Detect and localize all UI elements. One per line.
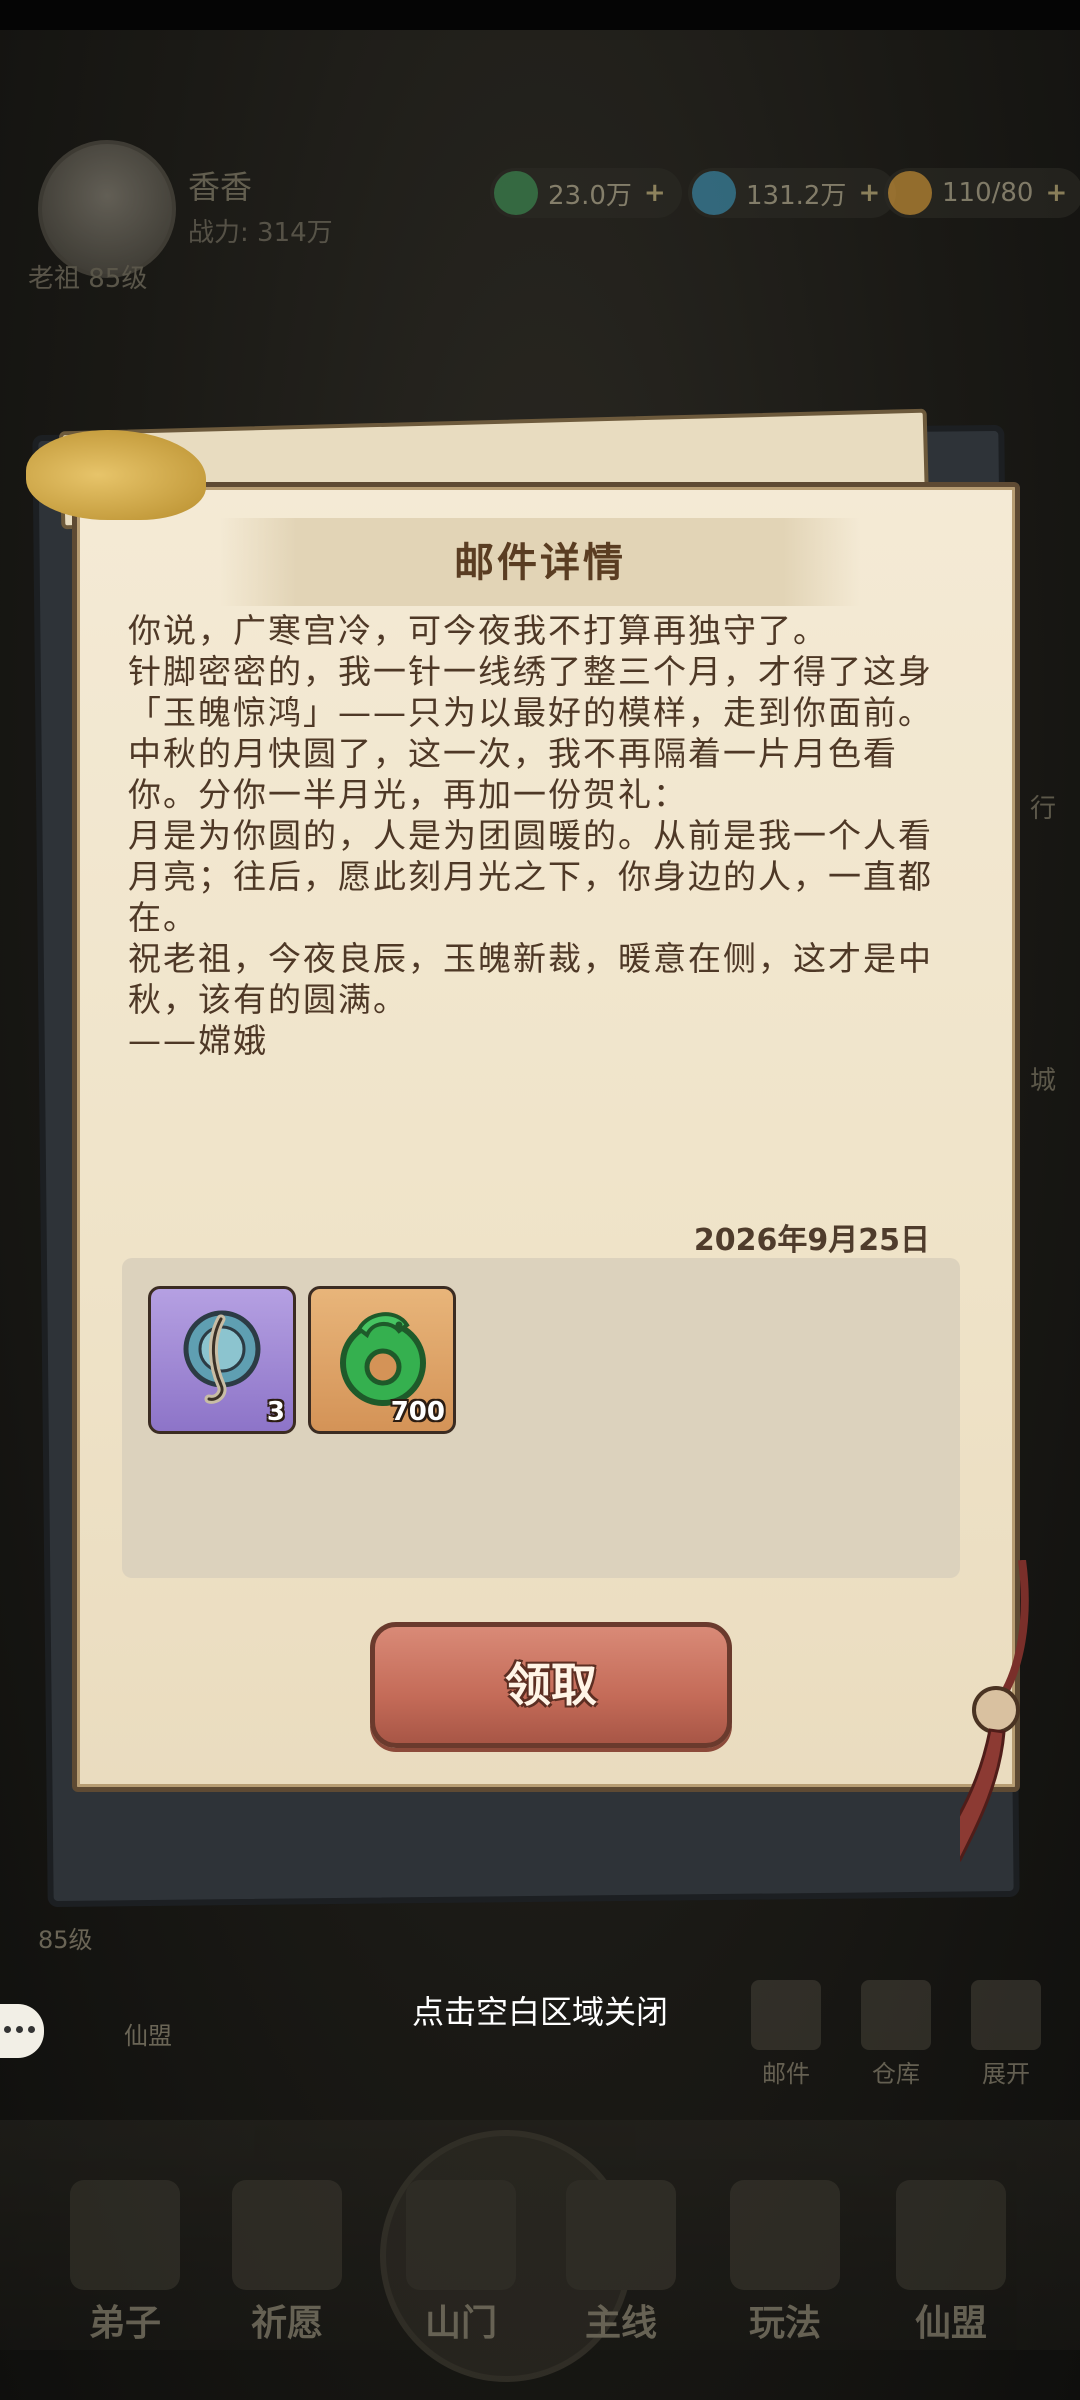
tool-label: 仓库 [872,2060,920,2088]
reward-panel: 3 700 [122,1258,960,1578]
nav-wish: 祈愿 [212,2180,362,2346]
side-label-right-2: 城 [1030,1066,1057,1096]
nav-gate: 山门 [386,2180,536,2346]
nav-label: 祈愿 [250,2303,323,2344]
letter-body: 你说，广寒宫冷，可今夜我不打算再独守了。 针脚密密的，我一针一线绣了整三个月，才… [128,610,958,1061]
mainline-icon [566,2180,676,2290]
letter-line: 祝老祖，今夜良辰，玉魄新裁，暖意在侧，这才是中秋，该有的圆满。 [128,939,933,1019]
item-count: 700 [390,1397,445,1427]
nav-mainline: 主线 [546,2180,696,2346]
nav-gameplay: 玩法 [710,2180,860,2346]
dialog-title: 邮件详情 [454,540,626,586]
nav-disciple: 弟子 [50,2180,200,2346]
tool-label: 邮件 [762,2060,810,2088]
reward-item-orb[interactable]: 3 [148,1286,296,1434]
item-count: 3 [266,1397,285,1427]
letter-line: 你说，广寒宫冷，可今夜我不打算再独守了。 [128,611,828,650]
bottom-nav: 弟子 祈愿 山门 主线 玩法 仙盟 [0,2120,1080,2382]
nav-label: 玩法 [748,2303,821,2344]
letter-line: 针脚密密的，我一针一线绣了整三个月，才得了这身「玉魄惊鸿」——只为以最好的模样，… [128,652,933,732]
mail-date: 2026年9月25日 [693,1223,930,1258]
nav-label: 弟子 [88,2303,161,2344]
wish-icon [232,2180,342,2290]
player-name: 香香 [188,168,253,206]
player-profile: 香香 战力: 314万 老祖 85级 [28,140,588,300]
plus-icon: + [858,178,881,208]
resource-value: 110/80 [942,178,1034,208]
resource-value: 131.2万 [746,180,847,211]
claim-button[interactable]: 领取 [370,1622,732,1748]
peach-icon [888,171,932,215]
jade-icon [692,171,736,215]
level-tag: 85级 [38,1926,93,1954]
tassel-ornament [960,1560,1029,1862]
disciple-icon [70,2180,180,2290]
resource-peach: 110/80 + [884,168,1080,218]
close-hint[interactable]: 点击空白区域关闭 [0,1987,1080,2033]
player-title-level: 老祖 85级 [28,264,148,294]
status-bar [0,0,1080,30]
side-label-right-1: 行 [1030,794,1057,824]
alliance-icon [896,2180,1006,2290]
letter-signature: ——嫦娥 [128,1021,268,1060]
plus-icon: + [1045,178,1068,208]
reward-item-jade[interactable]: 700 [308,1286,456,1434]
player-power: 战力: 314万 [188,218,333,248]
nav-label: 主线 [584,2303,657,2344]
nav-label: 仙盟 [914,2303,987,2344]
nav-alliance: 仙盟 [876,2180,1026,2346]
spirit-stone-icon [494,171,538,215]
tool-label: 展开 [982,2060,1030,2088]
letter-line: 月是为你圆的，人是为团圆暖的。从前是我一个人看月亮；往后，愿此刻月光之下，你身边… [128,816,933,937]
resource-spirit-stone: 23.0万 + [490,168,682,218]
gameplay-icon [730,2180,840,2290]
resource-jade: 131.2万 + [688,168,897,218]
gate-icon [406,2180,516,2290]
letter-line: 中秋的月快圆了，这一次，我不再隔着一片月色看你。分你一半月光，再加一份贺礼： [128,734,898,814]
plus-icon: + [643,178,666,208]
resource-value: 23.0万 [548,180,632,211]
nav-label: 山门 [424,2303,497,2344]
claim-button-label: 领取 [505,1658,597,1712]
